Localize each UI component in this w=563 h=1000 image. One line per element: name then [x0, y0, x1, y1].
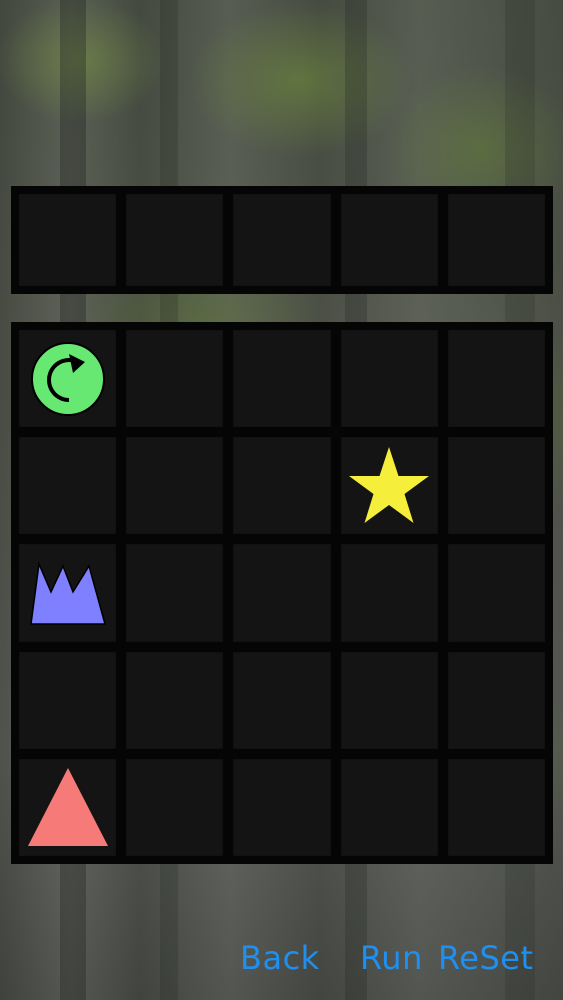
board-cell-r2c5[interactable]	[447, 437, 545, 535]
board-cell-r5c3[interactable]	[233, 758, 331, 856]
board-cell-r4c1[interactable]	[19, 651, 117, 749]
board-cell-r3c2[interactable]	[126, 544, 224, 642]
rotate-icon	[30, 341, 105, 416]
board-cell-r2c1[interactable]	[19, 437, 117, 535]
board-cell-r5c5[interactable]	[447, 758, 545, 856]
board-cell-r4c3[interactable]	[233, 651, 331, 749]
board-cell-r2c4[interactable]	[340, 437, 438, 535]
board-cell-r4c2[interactable]	[126, 651, 224, 749]
board-cell-r3c5[interactable]	[447, 544, 545, 642]
rotate-piece[interactable]	[19, 330, 116, 427]
command-slot-3[interactable]	[233, 194, 331, 286]
star-icon	[349, 446, 430, 523]
board-cell-r4c4[interactable]	[340, 651, 438, 749]
run-button[interactable]: Run	[360, 930, 423, 986]
command-slot-1[interactable]	[19, 194, 117, 286]
triangle-piece[interactable]	[19, 759, 116, 856]
board-cell-r5c2[interactable]	[126, 758, 224, 856]
command-bar	[11, 186, 553, 294]
board-cell-r1c2[interactable]	[126, 330, 224, 428]
board-cell-r1c1[interactable]	[19, 330, 117, 428]
command-slot-4[interactable]	[340, 194, 438, 286]
board-cell-r2c2[interactable]	[126, 437, 224, 535]
board-cell-r3c3[interactable]	[233, 544, 331, 642]
game-board	[11, 322, 553, 864]
star-piece[interactable]	[341, 437, 438, 534]
back-button[interactable]: Back	[240, 930, 320, 986]
control-bar: Back Run ReSet	[0, 930, 563, 986]
board-cell-r1c5[interactable]	[447, 330, 545, 428]
board-cell-r5c4[interactable]	[340, 758, 438, 856]
board-cell-r3c4[interactable]	[340, 544, 438, 642]
board-cell-r4c5[interactable]	[447, 651, 545, 749]
crown-icon	[29, 561, 106, 625]
board-cell-r5c1[interactable]	[19, 758, 117, 856]
board-cell-r1c4[interactable]	[340, 330, 438, 428]
board-cell-r3c1[interactable]	[19, 544, 117, 642]
board-cell-r1c3[interactable]	[233, 330, 331, 428]
crown-piece[interactable]	[19, 544, 116, 641]
command-slot-5[interactable]	[447, 194, 545, 286]
command-slot-2[interactable]	[126, 194, 224, 286]
board-cell-r2c3[interactable]	[233, 437, 331, 535]
reset-button[interactable]: ReSet	[438, 930, 534, 986]
triangle-icon	[27, 768, 108, 847]
